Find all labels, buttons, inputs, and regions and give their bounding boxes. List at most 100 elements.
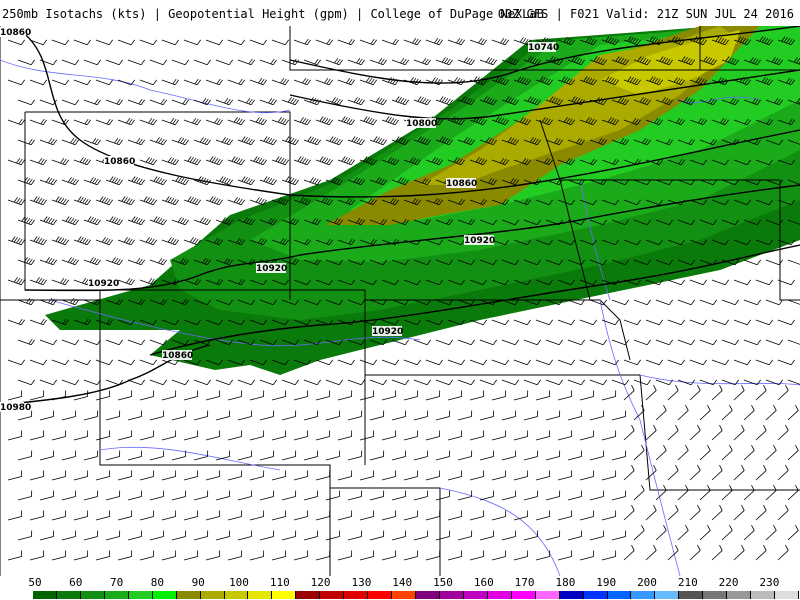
wind-barb — [579, 436, 594, 441]
wind-barb — [733, 510, 745, 521]
colorbar-swatch — [33, 591, 57, 599]
wind-barb — [51, 516, 66, 521]
wind-barb — [381, 119, 396, 126]
wind-barb-feather — [482, 319, 487, 326]
wind-barb — [765, 379, 780, 386]
wind-barb — [579, 319, 594, 326]
wind-barb-feather — [702, 279, 707, 286]
wind-barb-feather — [148, 157, 153, 164]
wind-barb — [205, 396, 220, 401]
wind-barb — [259, 416, 274, 421]
wind-barb-feather — [778, 339, 783, 346]
wind-barb-feather — [504, 319, 509, 326]
wind-barb — [7, 39, 22, 46]
wind-barb — [83, 259, 98, 266]
wind-barb — [29, 199, 44, 206]
wind-barb-feather — [453, 77, 458, 83]
wind-barb-feather — [180, 217, 185, 224]
wind-barb — [39, 496, 54, 501]
wind-barb-feather — [40, 238, 45, 245]
wind-barb-feather — [162, 99, 167, 106]
wind-barb — [205, 199, 220, 206]
wind-barb-feather — [130, 199, 135, 206]
wind-barb — [183, 239, 198, 246]
wind-barb-feather — [224, 137, 229, 144]
wind-barb-feather — [133, 217, 138, 223]
wind-barb-feather — [480, 38, 485, 45]
wind-barb-feather — [26, 297, 31, 304]
wind-barb-feather — [206, 139, 211, 146]
wind-barb-feather — [108, 79, 113, 86]
wind-barb — [281, 379, 296, 386]
wind-barb-feather — [378, 97, 383, 104]
wind-barb-feather — [316, 139, 321, 146]
wind-barb — [61, 339, 76, 346]
wind-barb — [249, 39, 264, 46]
wind-barb — [677, 410, 689, 421]
wind-barb-feather — [448, 379, 453, 386]
wind-barb-feather — [631, 384, 635, 391]
wind-barb — [381, 556, 396, 561]
wind-barb-feather — [150, 158, 155, 165]
wind-barb — [281, 139, 296, 146]
wind-barb — [513, 319, 528, 326]
wind-barb — [369, 456, 384, 461]
wind-barb-feather — [216, 118, 221, 125]
wind-barb — [127, 456, 142, 461]
wind-barb-feather — [211, 197, 216, 203]
wind-barb — [51, 159, 66, 166]
wind-barb-feather — [306, 79, 311, 86]
wind-barb — [7, 119, 22, 126]
wind-barb — [711, 319, 726, 326]
wind-barb-feather — [28, 338, 33, 345]
wind-barb — [645, 430, 657, 441]
wind-barb — [315, 516, 330, 521]
wind-barb-feather — [353, 137, 358, 143]
wind-barb — [117, 436, 132, 441]
wind-barb — [139, 199, 154, 206]
wind-barb — [721, 339, 736, 346]
wind-barb-feather — [18, 278, 23, 285]
wind-barb — [501, 536, 516, 541]
wind-barb-feather — [64, 79, 69, 86]
wind-barb-feather — [255, 117, 260, 123]
wind-barb — [95, 476, 110, 481]
wind-barb-feather — [30, 379, 35, 386]
wind-barb-feather — [192, 117, 197, 124]
wind-barb — [535, 396, 550, 401]
wind-barb-feather — [50, 178, 55, 185]
wind-barb-feather — [697, 464, 701, 471]
wind-barb — [83, 219, 98, 226]
wind-barb — [117, 199, 132, 206]
wind-barb-feather — [108, 199, 113, 206]
wind-barb-feather — [412, 37, 417, 44]
wind-barb — [281, 99, 296, 106]
wind-barb — [281, 179, 296, 186]
wind-barb-feather — [668, 299, 673, 306]
wind-barb — [523, 536, 538, 541]
wind-barb-feather — [106, 198, 111, 205]
wind-barb-feather — [162, 219, 167, 226]
wind-barb-feather — [216, 78, 221, 85]
wind-barb-feather — [150, 198, 155, 205]
wind-barb-feather — [463, 57, 468, 63]
wind-barb-feather — [250, 379, 255, 386]
wind-barb — [557, 359, 572, 366]
wind-barb-feather — [160, 138, 165, 145]
wind-barb — [711, 430, 723, 441]
wind-barb-feather — [282, 118, 287, 125]
wind-barb-feather — [373, 136, 378, 142]
wind-barb — [765, 490, 777, 501]
wind-barb-feather — [614, 319, 619, 326]
wind-barb-feather — [502, 38, 507, 45]
wind-barb — [369, 59, 384, 66]
wind-barb — [611, 496, 626, 501]
wind-barb — [347, 59, 362, 66]
wind-barb-feather — [680, 279, 685, 286]
wind-barb — [171, 536, 186, 541]
wind-barb-feather — [402, 58, 407, 65]
wind-barb-feather — [226, 178, 231, 185]
wind-barb — [17, 496, 32, 501]
wind-barb — [61, 416, 76, 421]
wind-barb — [359, 119, 374, 126]
